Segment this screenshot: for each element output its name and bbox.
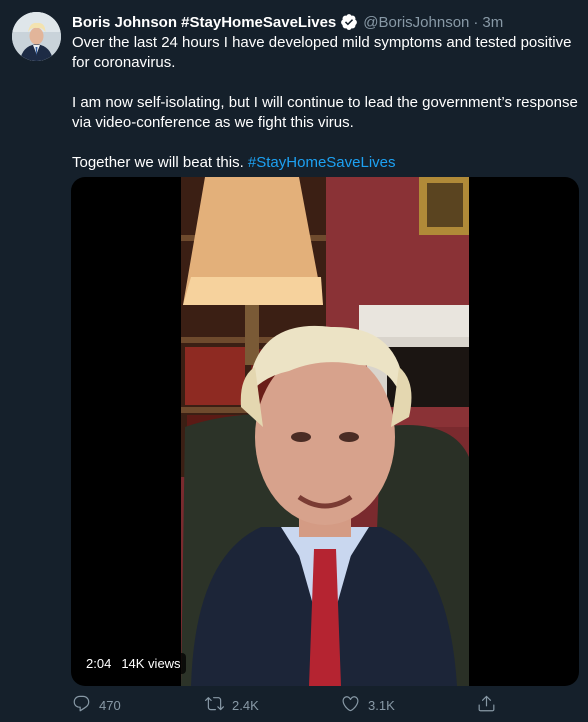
like-button[interactable]: 3.1K bbox=[341, 694, 395, 716]
tweet-paragraph: Over the last 24 hours I have developed … bbox=[72, 34, 572, 71]
video-frame bbox=[181, 177, 469, 686]
reply-icon bbox=[72, 694, 91, 716]
tweet-paragraph: Together we will beat this. #StayHomeSav… bbox=[72, 153, 582, 173]
verified-badge-icon bbox=[340, 13, 358, 31]
header-separator: · bbox=[473, 13, 479, 31]
video-duration: 2:04 bbox=[86, 656, 112, 671]
share-icon bbox=[477, 694, 496, 716]
heart-icon bbox=[341, 694, 360, 716]
share-button[interactable] bbox=[477, 694, 496, 716]
retweet-count: 2.4K bbox=[232, 697, 259, 713]
retweet-icon bbox=[205, 694, 224, 716]
author-avatar[interactable] bbox=[12, 12, 61, 61]
author-handle[interactable]: @BorisJohnson bbox=[363, 14, 469, 31]
tweet-header: Boris Johnson #StayHomeSaveLives @BorisJ… bbox=[72, 12, 503, 32]
tweet-paragraph: I am now self-isolating, but I will cont… bbox=[72, 94, 578, 131]
hashtag-link[interactable]: #StayHomeSaveLives bbox=[248, 154, 396, 171]
reply-count: 470 bbox=[99, 697, 121, 713]
reply-button[interactable]: 470 bbox=[72, 694, 121, 716]
closing-text: Together we will beat this. bbox=[72, 154, 248, 171]
like-count: 3.1K bbox=[368, 697, 395, 713]
tweet-actions: 470 2.4K 3.1K bbox=[72, 694, 502, 716]
author-display-name[interactable]: Boris Johnson #StayHomeSaveLives bbox=[72, 14, 336, 31]
tweet: Boris Johnson #StayHomeSaveLives @BorisJ… bbox=[0, 0, 588, 722]
retweet-button[interactable]: 2.4K bbox=[205, 694, 259, 716]
video-views: 14K views bbox=[121, 656, 181, 671]
tweet-text: Over the last 24 hours I have developed … bbox=[72, 33, 582, 193]
tweet-timestamp[interactable]: 3m bbox=[482, 14, 503, 31]
video-info-overlay: 2:04 14K views bbox=[81, 653, 186, 674]
video-player[interactable]: 2:04 14K views bbox=[71, 177, 579, 686]
